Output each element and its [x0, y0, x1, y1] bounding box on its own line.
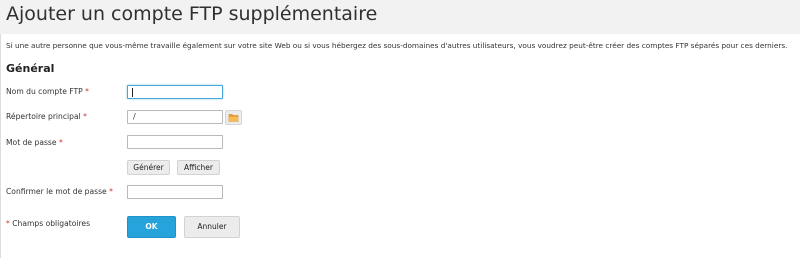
password-input[interactable]	[127, 135, 223, 149]
page-title: Ajouter un compte FTP supplémentaire	[6, 3, 378, 25]
required-marker: *	[6, 219, 10, 228]
home-directory-input[interactable]: /	[127, 110, 223, 124]
folder-icon	[228, 114, 239, 122]
content-border	[0, 34, 1, 258]
ok-button[interactable]: OK	[127, 216, 176, 238]
password-label: Mot de passe *	[6, 138, 63, 147]
required-marker: *	[109, 187, 113, 196]
page-description: Si une autre personne que vous-même trav…	[6, 41, 788, 50]
section-title: Général	[6, 62, 55, 75]
confirm-password-input[interactable]	[127, 185, 223, 199]
text-cursor	[132, 88, 133, 97]
ftp-account-name-input[interactable]	[127, 85, 223, 99]
generate-password-button[interactable]: Générer	[127, 160, 170, 175]
required-marker: *	[83, 112, 87, 121]
ftp-account-name-label: Nom du compte FTP *	[6, 87, 89, 96]
required-fields-note: * Champs obligatoires	[6, 219, 91, 228]
required-marker: *	[85, 87, 89, 96]
browse-directory-button[interactable]	[225, 110, 242, 125]
required-marker: *	[58, 138, 63, 147]
show-password-button[interactable]: Afficher	[177, 160, 220, 175]
cancel-button[interactable]: Annuler	[184, 216, 240, 238]
confirm-password-label: Confirmer le mot de passe *	[6, 187, 113, 196]
page-header: Ajouter un compte FTP supplémentaire	[0, 0, 800, 34]
home-directory-label: Répertoire principal *	[6, 112, 87, 121]
